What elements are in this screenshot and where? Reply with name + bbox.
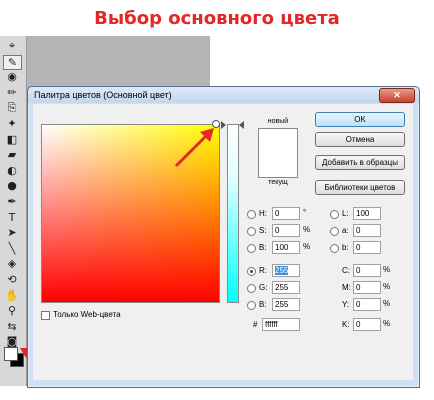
dodge-tool-icon[interactable]: ● <box>3 179 21 193</box>
add-to-swatches-button[interactable]: Добавить в образцы <box>315 155 405 170</box>
b-hsb-unit: % <box>303 242 311 251</box>
b-lab-label: b: <box>342 243 349 252</box>
s-label: S: <box>259 226 267 235</box>
dialog-titlebar[interactable]: Палитра цветов (Основной цвет) ✕ <box>28 87 419 103</box>
3d-rotate-tool-icon[interactable]: ◈ <box>3 257 21 271</box>
c-unit: % <box>383 265 391 274</box>
eraser-tool-icon[interactable]: ◧ <box>3 133 21 147</box>
hue-slider-handle-right[interactable] <box>239 121 244 129</box>
3d-orbit-tool-icon[interactable]: ⟲ <box>3 273 21 287</box>
history-brush-tool-icon[interactable]: ✦ <box>3 117 21 131</box>
h-unit: ° <box>303 208 307 217</box>
blur-tool-icon[interactable]: ◐ <box>3 164 21 178</box>
current-color-label: текущ <box>268 179 288 186</box>
g-input[interactable]: 255 <box>272 281 300 294</box>
cancel-button[interactable]: Отмена <box>315 132 405 147</box>
b-hsb-label: B: <box>259 243 267 252</box>
hue-slider[interactable] <box>227 124 239 303</box>
tools-panel: ⌖ ✎ ◉ ✏ ⎘ ✦ ◧ ▰ ◐ ● ✒ T ➤ ╲ ◈ ⟲ ✋ ⚲ ⇆ ◙ <box>0 36 27 386</box>
hex-input[interactable]: ffffff <box>262 318 300 331</box>
b-rgb-input[interactable]: 255 <box>272 298 300 311</box>
path-selection-tool-icon[interactable]: ➤ <box>3 226 21 240</box>
web-colors-only-label: Только Web-цвета <box>53 310 121 319</box>
eyedropper-tool-icon[interactable]: ✎ <box>3 54 22 70</box>
s-input[interactable]: 0 <box>272 224 300 237</box>
y-unit: % <box>383 299 391 308</box>
close-button[interactable]: ✕ <box>379 88 415 103</box>
c-input[interactable]: 0 <box>353 264 381 277</box>
color-picker-dialog: Палитра цветов (Основной цвет) ✕ новый т… <box>27 86 420 388</box>
radio-r[interactable] <box>247 267 256 276</box>
h-label: H: <box>259 209 267 218</box>
k-input[interactable]: 0 <box>353 318 381 331</box>
a-input[interactable]: 0 <box>353 224 381 237</box>
s-unit: % <box>303 225 311 234</box>
new-color-label: новый <box>267 118 289 125</box>
y-input[interactable]: 0 <box>353 298 381 311</box>
swap-colors-icon[interactable]: ⇆ <box>3 320 21 334</box>
b-hsb-input[interactable]: 100 <box>272 241 300 254</box>
radio-s[interactable] <box>247 227 256 236</box>
m-label: M: <box>342 283 351 292</box>
b-rgb-label: B: <box>259 300 267 309</box>
h-input[interactable]: 0 <box>272 207 300 220</box>
color-preview <box>258 128 298 178</box>
radio-b-lab[interactable] <box>330 244 339 253</box>
c-label: C: <box>342 266 350 275</box>
hand-tool-icon[interactable]: ✋ <box>3 289 21 303</box>
radio-b-hsb[interactable] <box>247 244 256 253</box>
paint-bucket-tool-icon[interactable]: ▰ <box>3 148 21 162</box>
hue-slider-handle-left[interactable] <box>221 121 226 129</box>
radio-h[interactable] <box>247 210 256 219</box>
brush-tool-icon[interactable]: ✏ <box>3 86 21 100</box>
spot-healing-tool-icon[interactable]: ◉ <box>3 70 21 84</box>
radio-b-rgb[interactable] <box>247 301 256 310</box>
hex-label: # <box>253 320 258 329</box>
line-tool-icon[interactable]: ╲ <box>3 242 21 256</box>
move-tool-icon[interactable]: ⌖ <box>3 39 21 53</box>
zoom-tool-icon[interactable]: ⚲ <box>3 304 21 318</box>
m-input[interactable]: 0 <box>353 281 381 294</box>
radio-a[interactable] <box>330 227 339 236</box>
dialog-body: новый текущ OK Отмена Добавить в образцы… <box>33 104 413 380</box>
pen-tool-icon[interactable]: ✒ <box>3 195 21 209</box>
m-unit: % <box>383 282 391 291</box>
y-label: Y: <box>342 300 350 309</box>
dialog-title: Палитра цветов (Основной цвет) <box>34 90 172 100</box>
web-colors-only-checkbox[interactable] <box>41 311 50 320</box>
b-lab-input[interactable]: 0 <box>353 241 381 254</box>
l-label: L: <box>342 209 349 218</box>
color-libraries-button[interactable]: Библиотеки цветов <box>315 180 405 195</box>
r-label: R: <box>259 266 267 275</box>
a-label: a: <box>342 226 349 235</box>
k-unit: % <box>383 319 391 328</box>
k-label: K: <box>342 320 350 329</box>
ok-button[interactable]: OK <box>315 112 405 127</box>
page-heading: Выбор основного цвета <box>94 8 340 29</box>
foreground-color-swatch[interactable] <box>4 347 18 361</box>
radio-l[interactable] <box>330 210 339 219</box>
l-input[interactable]: 100 <box>353 207 381 220</box>
radio-g[interactable] <box>247 284 256 293</box>
type-tool-icon[interactable]: T <box>3 211 21 225</box>
annotation-arrow-field <box>174 128 214 168</box>
g-label: G: <box>259 283 268 292</box>
clone-stamp-tool-icon[interactable]: ⎘ <box>3 101 21 115</box>
r-input[interactable]: 255 <box>272 264 300 277</box>
